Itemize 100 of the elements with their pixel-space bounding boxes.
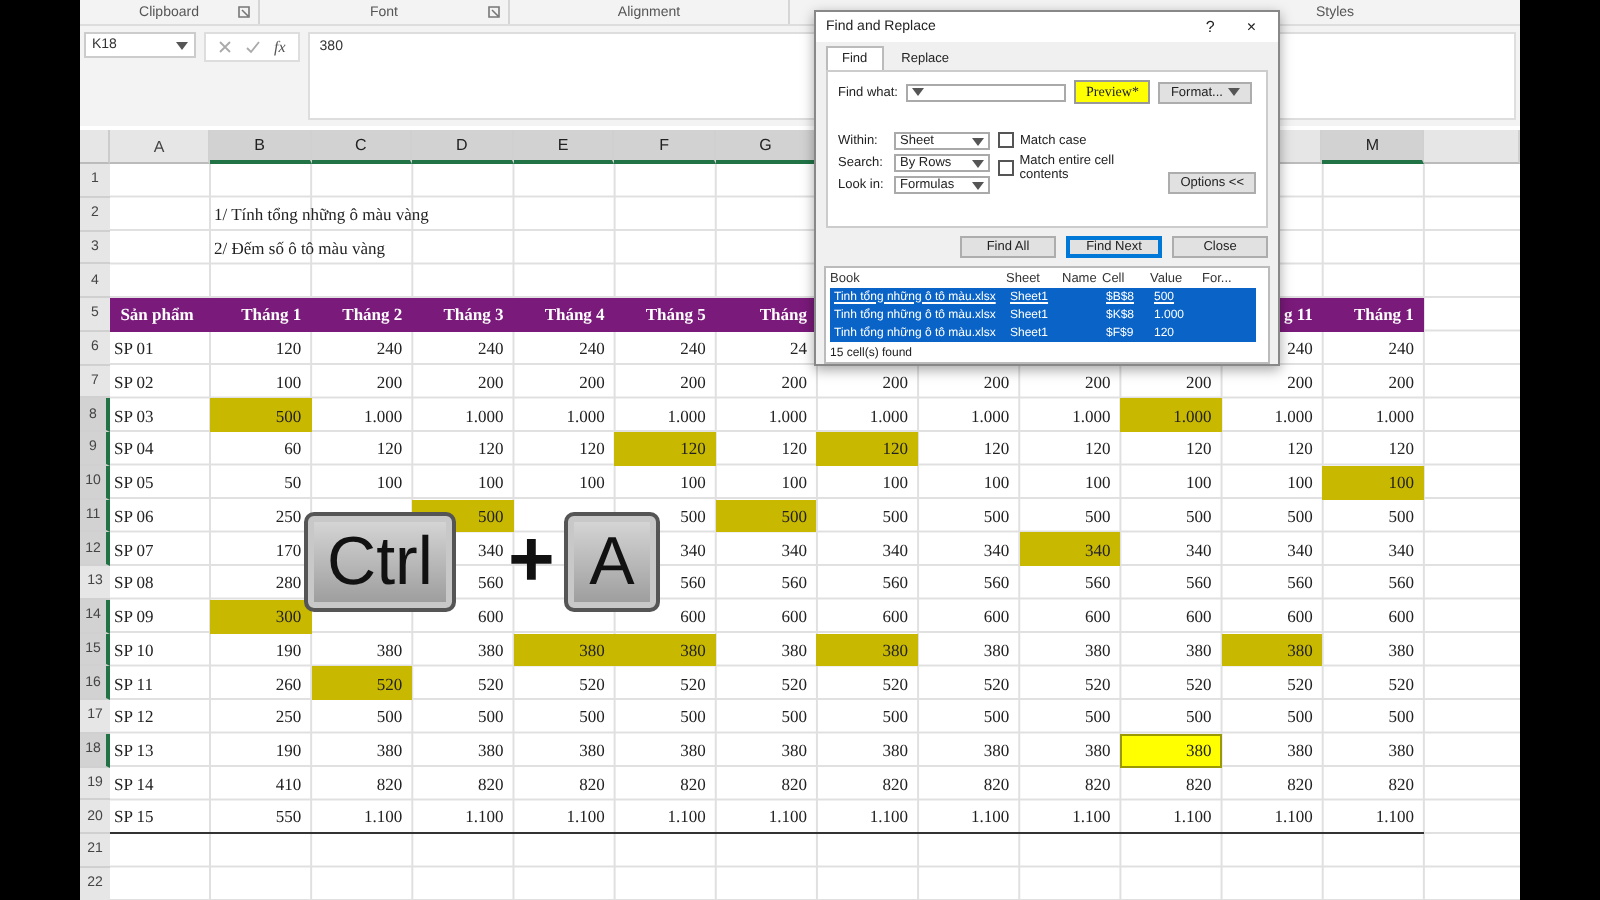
table-cell-text: 380 [981, 738, 1012, 765]
table-cell-text: 100 [1285, 470, 1315, 497]
table-cell-text: 560 [1082, 570, 1113, 597]
table-cell-text: 600 [981, 604, 1012, 631]
table-cell: Tháng 3 [412, 298, 514, 332]
table-cell-text: 240 [678, 336, 708, 363]
table-cell-text: 340 [678, 537, 708, 564]
table-cell-text: 380 [475, 637, 506, 664]
keyboard-key: A [564, 512, 660, 612]
table-cell: Tháng 4 [513, 298, 615, 332]
table-cell-text: 120 [1082, 436, 1113, 463]
table-cell-text: 200 [981, 369, 1012, 396]
table-cell: 340 [1019, 532, 1121, 566]
table-cell-text: 380 [1386, 637, 1416, 664]
table-cell-text: 600 [1082, 604, 1113, 631]
table-cell-text: 380 [374, 637, 405, 664]
table-cell-text: 190 [273, 637, 304, 664]
table-cell: 1.000 [1120, 398, 1222, 432]
table-cell-text: 100 [678, 470, 708, 497]
table-cell-text: 380 [475, 738, 506, 765]
table-cell: 380 [513, 633, 615, 667]
table-cell-text: 820 [1285, 771, 1315, 798]
table-cell-text: 820 [880, 771, 911, 798]
table-cell-text: 190 [273, 738, 304, 765]
table-cell-text: 1.000 [766, 403, 809, 430]
table-cell-text: 820 [374, 771, 405, 798]
table-cell-text: 1.000 [969, 403, 1012, 430]
table-cell-text: 240 [1386, 336, 1416, 363]
table-cell-text: SP 13 [112, 738, 156, 765]
table-cell-text: 100 [475, 470, 506, 497]
table-cell-text: 340 [779, 537, 809, 564]
table-cell-text: 120 [1285, 436, 1315, 463]
table-cell-text: 260 [273, 671, 304, 698]
table-cell-text: 380 [1082, 637, 1113, 664]
table-cell-text: SP 03 [112, 403, 156, 430]
table-cell-text: 200 [1184, 369, 1214, 396]
table-cell-text: 600 [678, 604, 708, 631]
table-cell-text: 820 [577, 771, 607, 798]
table-cell-text: 520 [577, 671, 607, 698]
table-cell-text: 120 [374, 436, 405, 463]
table-cell-text: 500 [1386, 704, 1416, 731]
table-cell-text: 100 [273, 369, 304, 396]
table-cell-text: 200 [475, 369, 506, 396]
table-cell-text: 500 [1082, 704, 1113, 731]
table-cell-text: SP 11 [112, 671, 155, 698]
table-cell-text: 200 [1285, 369, 1315, 396]
table-cell-text: 560 [475, 570, 506, 597]
table-cell-text: 820 [1184, 771, 1214, 798]
table-cell-text: SP 05 [112, 470, 156, 497]
table-cell-text: 380 [779, 738, 809, 765]
table-cell-text: 560 [981, 570, 1012, 597]
table-cell-text: 500 [1386, 503, 1416, 530]
table-cell-text: 500 [1184, 704, 1214, 731]
table-cell-text: 60 [282, 436, 304, 463]
table-cell-text: SP 14 [112, 771, 156, 798]
table-cell-text: 1.000 [1272, 403, 1315, 430]
table-cell-text: 200 [1386, 369, 1416, 396]
table-cell-text: 600 [475, 604, 506, 631]
table-cell-text: 100 [1184, 470, 1214, 497]
table-cell-text: 1/ Tính tổng những ô màu vàng [212, 202, 431, 229]
table-cell-text: 500 [779, 704, 809, 731]
table-cell-text: 380 [374, 738, 405, 765]
table-cell-text: 120 [273, 336, 304, 363]
table-cell-text: SP 06 [112, 503, 156, 530]
table-cell-text: 200 [779, 369, 809, 396]
table-cell-text: SP 09 [112, 604, 156, 631]
table-cell-text: 120 [779, 436, 809, 463]
table-cell: Tháng [715, 298, 817, 332]
table-cell-text: 100 [1082, 470, 1113, 497]
table-cell-text: 520 [880, 671, 911, 698]
table-cell-text: 50 [282, 470, 304, 497]
table-cell-text: 520 [1386, 671, 1416, 698]
table-cell-text: 600 [1184, 604, 1214, 631]
table-cell-text: 200 [1082, 369, 1113, 396]
table-cell-text: 500 [880, 704, 911, 731]
table-cell-text: 24 [787, 336, 809, 363]
table-cell-text: 100 [374, 470, 405, 497]
table-cell-text: 340 [1386, 537, 1416, 564]
table-cell-text: 340 [475, 537, 506, 564]
table-cell-text: 600 [1285, 604, 1315, 631]
table-cell-text: 820 [981, 771, 1012, 798]
table-cell-text: 520 [981, 671, 1012, 698]
table-cell-text: 200 [880, 369, 911, 396]
table-cell: 1.100 [412, 800, 514, 834]
table-cell-text: SP 04 [112, 436, 156, 463]
table-cell-text: 600 [1386, 604, 1416, 631]
table-cell-text: 340 [1184, 537, 1214, 564]
table-cell-text: 560 [678, 570, 708, 597]
table-cell-text: 520 [779, 671, 809, 698]
table-cell-text: 500 [981, 704, 1012, 731]
table-cell: Sản phẩm [110, 298, 210, 332]
table-cell-text: 500 [577, 704, 607, 731]
table-cell-text: 340 [981, 537, 1012, 564]
table-cell: 300 [210, 599, 312, 633]
table-cell-text: 500 [374, 704, 405, 731]
table-cell-text: 500 [678, 704, 708, 731]
table-cell: 100 [1322, 465, 1424, 499]
table-cell: 120 [614, 432, 716, 466]
table-cell: 1.100 [1322, 800, 1424, 834]
table-cell: 500 [210, 398, 312, 432]
